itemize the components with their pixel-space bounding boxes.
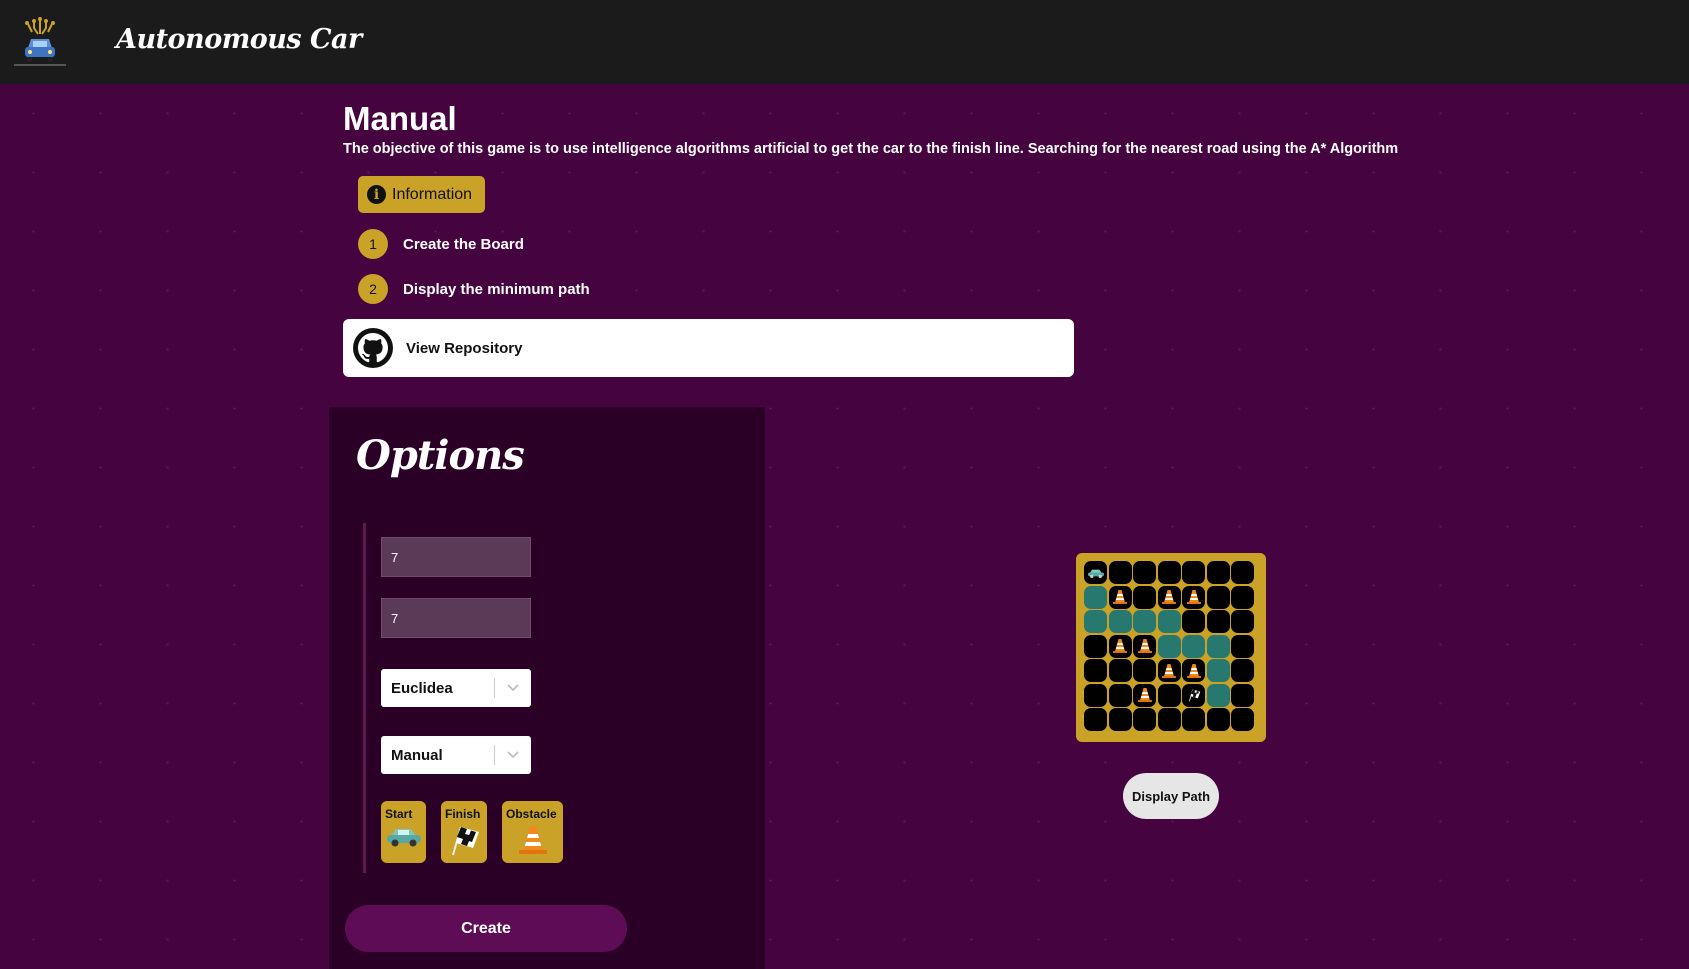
board-cell-road[interactable] (1084, 610, 1107, 633)
board-cell-road[interactable] (1206, 683, 1230, 707)
board-cell-empty[interactable] (1206, 610, 1230, 633)
board-cell-obstacle[interactable] (1182, 659, 1205, 682)
page-description: The objective of this game is to use int… (343, 141, 1399, 157)
board-cell-empty[interactable] (1108, 683, 1132, 707)
board-cell-empty[interactable] (1231, 708, 1254, 731)
create-button[interactable]: Create (345, 905, 627, 952)
board-cell-empty[interactable] (1206, 561, 1230, 584)
board-cell-empty[interactable] (1157, 561, 1181, 584)
board-cell-empty[interactable] (1133, 708, 1156, 731)
board-cell-road[interactable] (1157, 610, 1181, 633)
info-icon: i (367, 185, 386, 204)
board-cell-obstacle[interactable] (1133, 683, 1156, 707)
traffic-cone-icon (518, 826, 547, 854)
background-pattern (0, 84, 1689, 969)
columns-input[interactable] (381, 598, 531, 638)
step-display-path: 2 Display the minimum path (358, 274, 590, 304)
view-repository-label: View Repository (406, 339, 523, 357)
board-cell-empty[interactable] (1231, 561, 1254, 584)
board-cell-obstacle[interactable] (1182, 585, 1205, 609)
board-cell-obstacle[interactable] (1157, 585, 1181, 609)
board-cell-empty[interactable] (1231, 585, 1254, 609)
board-cell-empty[interactable] (1084, 659, 1107, 682)
board-cell-empty[interactable] (1084, 683, 1107, 707)
board-cell-start[interactable] (1084, 561, 1107, 584)
rows-input[interactable] (381, 537, 531, 577)
board-cell-empty[interactable] (1182, 561, 1205, 584)
information-button-label: Information (392, 185, 473, 203)
board-cell-road[interactable] (1084, 585, 1107, 609)
board-cell-obstacle[interactable] (1108, 585, 1132, 609)
board-cell-empty[interactable] (1108, 561, 1132, 584)
heuristic-select[interactable]: Euclidea (381, 669, 531, 707)
chevron-down-icon (495, 683, 531, 693)
board-cell-empty[interactable] (1157, 708, 1181, 731)
page-title: Manual (343, 100, 457, 137)
step-create-board: 1 Create the Board (358, 229, 524, 259)
board-cell-empty[interactable] (1231, 683, 1254, 707)
finish-piece-label: Finish (445, 807, 481, 821)
game-board (1076, 553, 1266, 742)
board-cell-empty[interactable] (1133, 659, 1156, 682)
board-cell-obstacle[interactable] (1108, 634, 1132, 658)
step-number: 1 (358, 229, 388, 259)
board-cell-road[interactable] (1206, 659, 1230, 682)
start-piece-button[interactable]: Start (381, 801, 426, 863)
step-label: Create the Board (403, 235, 524, 253)
board-cell-empty[interactable] (1157, 683, 1181, 707)
board-cell-empty[interactable] (1133, 585, 1156, 609)
step-number: 2 (358, 274, 388, 304)
board-cell-obstacle[interactable] (1133, 634, 1156, 658)
board-cell-empty[interactable] (1133, 561, 1156, 584)
obstacle-piece-button[interactable]: Obstacle (502, 801, 563, 863)
start-piece-label: Start (385, 807, 413, 821)
board-cell-empty[interactable] (1182, 610, 1205, 633)
board-cell-road[interactable] (1133, 610, 1156, 633)
mode-select-value: Manual (391, 746, 443, 764)
information-button[interactable]: i Information (358, 176, 485, 213)
board-cell-empty[interactable] (1084, 634, 1107, 658)
form-divider (363, 523, 366, 873)
board-cell-road[interactable] (1182, 634, 1205, 658)
finish-piece-button[interactable]: Finish (441, 801, 487, 863)
checkered-flag-icon (452, 826, 479, 856)
board-cell-empty[interactable] (1108, 659, 1132, 682)
board-cell-empty[interactable] (1231, 659, 1254, 682)
board-cell-empty[interactable] (1182, 708, 1205, 731)
display-path-button[interactable]: Display Path (1123, 773, 1219, 819)
view-repository-button[interactable]: View Repository (343, 319, 1074, 377)
board-cell-road[interactable] (1108, 610, 1132, 633)
autonomous-car-logo-icon[interactable] (14, 14, 66, 66)
top-navbar: Autonomous Car (0, 0, 1689, 84)
app-title[interactable]: Autonomous Car (116, 24, 362, 55)
board-cell-road[interactable] (1206, 634, 1230, 658)
board-cell-finish[interactable] (1182, 683, 1205, 707)
options-title: Options (356, 432, 525, 479)
board-cell-empty[interactable] (1108, 708, 1132, 731)
step-label: Display the minimum path (403, 280, 590, 298)
github-icon (353, 328, 393, 368)
obstacle-piece-label: Obstacle (506, 807, 557, 821)
board-cell-empty[interactable] (1084, 708, 1107, 731)
board-cell-empty[interactable] (1231, 634, 1254, 658)
mode-select[interactable]: Manual (381, 736, 531, 774)
heuristic-select-value: Euclidea (391, 679, 453, 697)
board-cell-empty[interactable] (1206, 585, 1230, 609)
board-cell-road[interactable] (1157, 634, 1181, 658)
chevron-down-icon (495, 750, 531, 760)
board-cell-obstacle[interactable] (1157, 659, 1181, 682)
board-cell-empty[interactable] (1231, 610, 1254, 633)
car-icon (387, 829, 421, 847)
board-cell-empty[interactable] (1206, 708, 1230, 731)
